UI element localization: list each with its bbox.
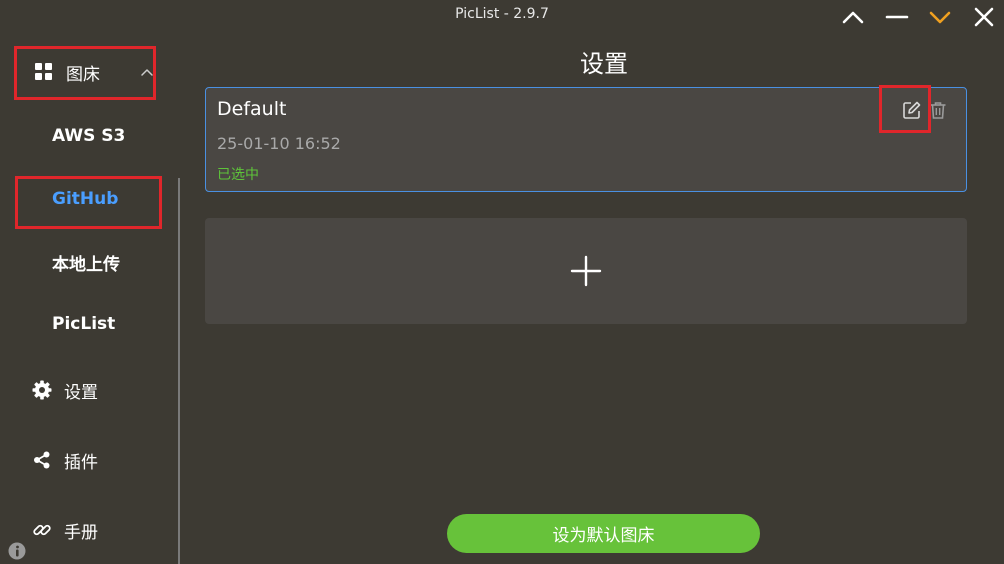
sidebar-divider	[178, 178, 180, 564]
sidebar-item-label: 手册	[64, 522, 98, 543]
sidebar-item-picbed[interactable]: 图床	[34, 52, 100, 92]
sidebar-item-local-upload[interactable]: 本地上传	[52, 244, 120, 280]
trash-icon[interactable]	[928, 100, 948, 120]
set-default-picbed-button[interactable]: 设为默认图床	[447, 514, 760, 553]
chevron-up-icon[interactable]	[140, 66, 154, 80]
edit-icon[interactable]	[902, 100, 922, 120]
piclist-window: PicList - 2.9.7 图床 AWS S3 GitHub 本地上传 Pi…	[0, 0, 1004, 564]
sidebar-item-plugins[interactable]: 插件	[32, 440, 98, 480]
page-title: 设置	[580, 50, 628, 78]
add-config-button[interactable]	[205, 218, 967, 324]
sidebar-item-label: 插件	[64, 452, 98, 473]
share-icon	[32, 450, 52, 470]
chevron-down-icon[interactable]	[927, 4, 953, 30]
sidebar-item-settings[interactable]: 设置	[32, 370, 98, 410]
sidebar-item-piclist[interactable]: PicList	[52, 306, 115, 342]
sidebar-item-aws-s3[interactable]: AWS S3	[52, 118, 125, 154]
title-bar: PicList - 2.9.7	[0, 0, 1004, 32]
grid-icon	[34, 62, 54, 82]
sidebar-item-github[interactable]: GitHub	[52, 181, 118, 217]
close-icon[interactable]	[971, 4, 997, 30]
sidebar-item-label: 图床	[66, 64, 100, 85]
sidebar-item-label: 设置	[64, 382, 98, 403]
chevron-up-icon[interactable]	[840, 4, 866, 30]
config-date: 25-01-10 16:52	[217, 134, 341, 153]
minimize-icon[interactable]	[884, 4, 910, 30]
config-status-badge: 已选中	[217, 167, 259, 183]
gear-icon	[32, 380, 52, 400]
config-name: Default	[217, 98, 287, 120]
config-card-default[interactable]: Default 25-01-10 16:52 已选中	[205, 87, 967, 192]
sidebar-item-manual[interactable]: 手册	[32, 510, 98, 550]
plus-icon	[570, 255, 602, 287]
link-icon	[32, 520, 52, 540]
info-icon[interactable]	[8, 542, 26, 560]
